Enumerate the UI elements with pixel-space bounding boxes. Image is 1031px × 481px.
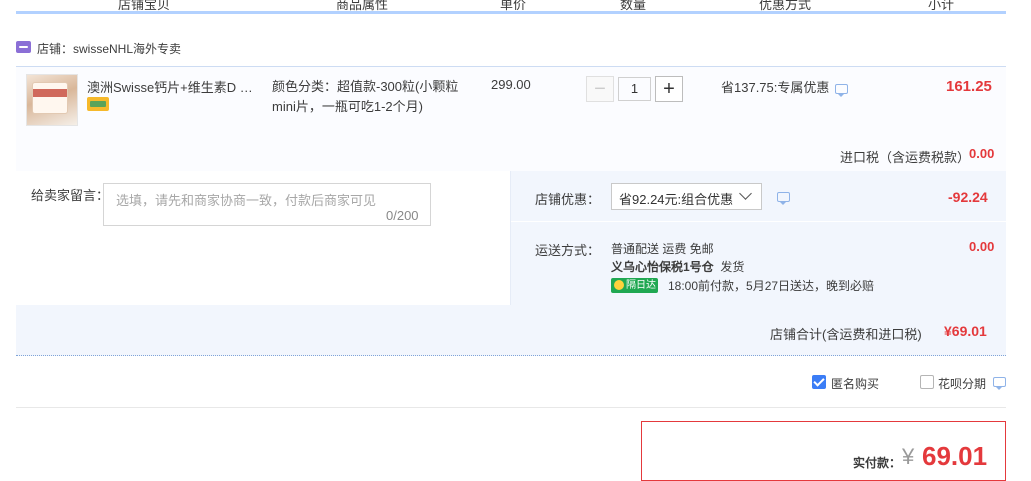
import-tax-value: 0.00 <box>969 146 995 161</box>
header-separator <box>875 0 876 11</box>
note-label: 给卖家留言： <box>31 188 110 203</box>
divider <box>16 407 1006 408</box>
ship-text: 发货 <box>720 260 745 274</box>
credit-card-icon <box>87 97 109 111</box>
item-subtotal: 161.25 <box>946 78 992 95</box>
shipping-method: 普通配送 运费 免邮 <box>611 242 714 256</box>
badge-label: 隔日达 <box>626 280 656 291</box>
shipping-warehouse-line: 义乌心怡保税1号仓 发货 <box>611 258 744 275</box>
currency-symbol: ¥ <box>902 444 915 469</box>
quantity-input[interactable]: 1 <box>618 77 651 101</box>
delivery-promise: 18:00前付款，5月27日送达，晚到必赔 <box>668 279 875 293</box>
promo-selected-value: 省92.24元:组合优惠 <box>619 192 734 207</box>
chat-icon[interactable] <box>777 192 790 205</box>
header-separator <box>695 0 696 11</box>
promo-label: 店铺优惠： <box>535 192 601 207</box>
header-separator <box>560 0 561 11</box>
installment-checkbox[interactable] <box>920 375 934 389</box>
chat-icon[interactable] <box>993 377 1006 390</box>
lightning-icon <box>614 280 624 290</box>
divider <box>511 221 1006 222</box>
promo-value: -92.24 <box>948 189 988 205</box>
product-attribute: 颜色分类：超值款-300粒(小颗粒mini片，一瓶可吃1-2个月) <box>272 79 459 114</box>
pay-amount: 69.01 <box>922 441 988 471</box>
store-total-value: ¥69.01 <box>944 323 987 339</box>
product-title-link[interactable]: 澳洲Swisse钙片+维生素D mini片 <box>87 77 262 96</box>
store-name[interactable]: 店铺：swisseNHL海外专卖 <box>37 40 181 57</box>
unit-price: 299.00 <box>491 77 531 92</box>
store-total-label: 店铺合计(含运费和进口税) <box>770 327 922 342</box>
discount-text: 省137.75:专属优惠 <box>721 80 830 95</box>
qty-plus-button[interactable]: + <box>655 76 683 102</box>
header-separator <box>452 0 453 11</box>
shipping-label: 运送方式： <box>535 243 601 258</box>
chat-icon[interactable] <box>835 84 848 97</box>
table-header: 店铺宝贝 商品属性 单价 数量 优惠方式 小计 <box>0 0 1031 14</box>
product-thumbnail[interactable] <box>26 74 78 126</box>
installment-label[interactable]: 花呗分期 <box>938 375 986 392</box>
anonymous-checkbox[interactable] <box>812 375 826 389</box>
pay-label: 实付款： <box>853 456 902 470</box>
import-tax-label: 进口税（含运费税款） <box>840 150 971 165</box>
qty-minus-button[interactable]: − <box>586 76 614 102</box>
next-day-badge: 隔日达 <box>611 278 658 293</box>
store-icon <box>16 41 31 53</box>
warehouse-name: 义乌心怡保税1号仓 <box>611 260 714 274</box>
note-char-count: 0/200 <box>386 208 419 223</box>
header-underline <box>16 11 1006 14</box>
note-placeholder: 选填，请先和商家协商一致，付款后商家可见 <box>116 193 377 208</box>
shipping-value: 0.00 <box>969 239 995 254</box>
header-separator <box>271 0 272 11</box>
anonymous-label[interactable]: 匿名购买 <box>831 375 879 392</box>
